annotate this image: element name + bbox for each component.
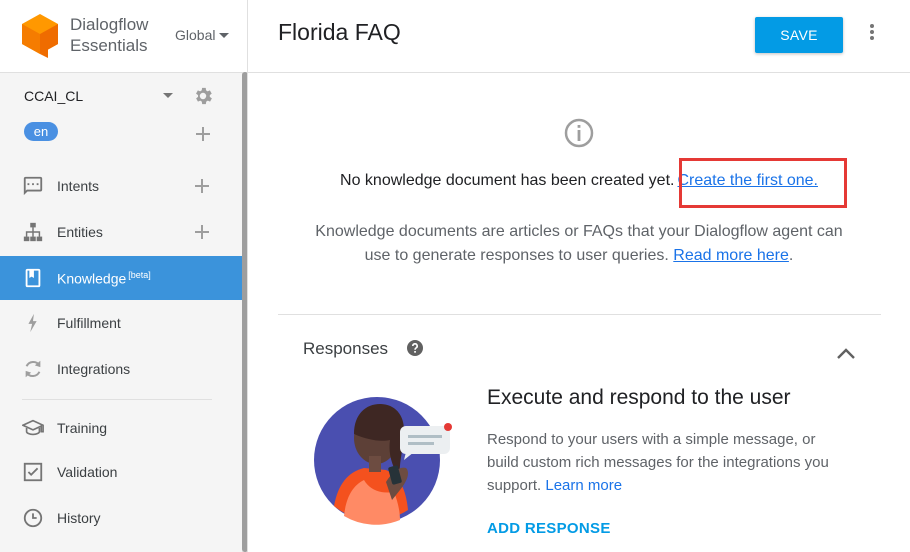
sidebar-item-label: Integrations [57,361,131,377]
language-pill[interactable]: en [24,122,58,141]
read-more-suffix: . [788,247,794,264]
add-intent-icon[interactable] [195,179,209,193]
sidebar-item-fulfillment[interactable]: Fulfillment [0,301,242,345]
sidebar-item-validation[interactable]: Validation [0,450,242,494]
bolt-icon [28,313,37,333]
language-row: en [24,122,219,142]
page-title: Florida FAQ [278,19,401,45]
responses-description: Respond to your users with a simple mess… [487,428,837,497]
knowledge-label: Knowledge [57,270,127,287]
read-more-link[interactable]: Read more here [673,247,789,264]
sidebar-item-label: Knowledge [beta] [57,270,151,287]
responses-heading: Execute and respond to the user [487,386,791,409]
help-icon[interactable] [407,340,423,356]
hierarchy-icon [23,222,43,242]
sidebar-item-history[interactable]: History [0,496,242,540]
graduation-cap-icon [22,419,44,436]
sidebar-item-training[interactable]: Training [0,406,242,450]
sidebar-item-label: Fulfillment [57,315,121,331]
beta-badge: [beta] [128,269,151,280]
sidebar-item-entities[interactable]: Entities [0,210,242,254]
gear-icon[interactable] [192,85,214,107]
add-entity-icon[interactable] [195,225,209,239]
sidebar: Dialogflow Essentials Global CCAI_CL en … [0,0,248,552]
checkbox-icon [23,462,43,482]
chevron-up-icon[interactable] [836,346,856,360]
empty-state-text: No knowledge document has been created y… [340,172,675,189]
product-name-line1: Dialogflow [70,15,149,34]
add-language-icon[interactable] [196,127,210,141]
agent-selector[interactable]: CCAI_CL [24,86,219,106]
info-icon [564,118,594,148]
caret-down-icon [219,32,230,38]
sidebar-item-label: Training [57,420,108,436]
product-name-line2: Essentials [70,36,148,55]
sidebar-divider [22,399,212,400]
caret-down-icon [163,93,173,98]
sidebar-item-integrations[interactable]: Integrations [0,347,242,391]
sidebar-item-label: Entities [57,224,103,240]
save-button[interactable]: SAVE [755,17,843,53]
person-phone-illustration [314,397,452,525]
section-divider [278,314,881,315]
sidebar-item-intents[interactable]: Intents [0,164,242,208]
region-selector[interactable]: Global [175,27,230,43]
learn-more-link[interactable]: Learn more [545,477,622,494]
region-label: Global [175,27,216,43]
knowledge-description: Knowledge documents are articles or FAQs… [308,220,850,268]
product-name: Dialogflow Essentials [70,14,148,56]
responses-text: Respond to your users with a simple mess… [487,431,829,494]
responses-section-title: Responses [303,339,389,358]
brand-header: Dialogflow Essentials Global [0,0,247,73]
highlight-annotation [679,158,847,208]
sidebar-item-label: Intents [57,178,100,194]
more-options-icon[interactable] [868,24,876,44]
dialogflow-logo-icon [22,14,58,58]
agent-name: CCAI_CL [24,88,84,104]
sidebar-item-knowledge[interactable]: Knowledge [beta] [0,256,242,300]
page-header: Florida FAQ SAVE [248,0,910,73]
sidebar-item-label: Validation [57,464,118,480]
knowledge-panel: No knowledge document has been created y… [248,74,910,552]
add-response-button[interactable]: ADD RESPONSE [487,520,611,537]
sync-icon [25,360,41,378]
clock-icon [23,508,43,528]
book-icon [25,268,41,288]
chat-icon [23,176,43,196]
sidebar-item-label: History [57,510,101,526]
